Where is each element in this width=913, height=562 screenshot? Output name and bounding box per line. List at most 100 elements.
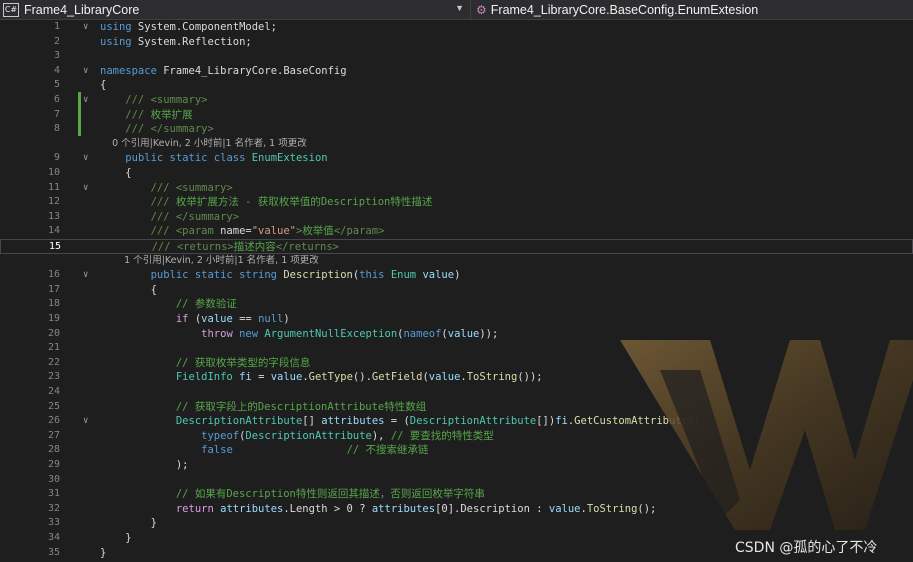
code-token: this — [359, 269, 385, 282]
code-token: Enum — [390, 269, 417, 282]
chevron-down-icon[interactable]: ▼ — [455, 3, 464, 13]
code-line: 16 ∨ public static string Description(thi… — [0, 268, 913, 283]
line-number: 34 — [47, 532, 60, 543]
fold-toggle-icon[interactable]: ∨ — [83, 414, 88, 429]
code-token: </returns> — [275, 241, 339, 253]
code-text: /// 枚举扩展 — [100, 108, 193, 123]
code-token: } — [100, 532, 132, 544]
code-token: // 获取字段上的DescriptionAttribute特性数组 — [100, 400, 427, 413]
line-number: 10 — [47, 167, 60, 178]
code-lens-text[interactable]: 0 个引用|Kevin, 2 小时前|1 名作者, 1 项更改 — [100, 137, 307, 152]
code-text: { — [100, 283, 157, 298]
code-text: } — [100, 546, 106, 561]
code-text: if (value == null) — [100, 312, 290, 327]
fold-toggle-icon[interactable]: ∨ — [83, 181, 88, 196]
code-token: (). — [352, 371, 372, 384]
line-number: 19 — [47, 313, 60, 324]
code-text: /// <summary> — [100, 181, 233, 196]
code-text: /// </summary> — [100, 210, 240, 225]
line-number: 15 — [48, 241, 61, 252]
line-number: 17 — [47, 283, 60, 295]
code-token: // 参数验证 — [100, 298, 237, 311]
code-token: "value" — [251, 225, 296, 238]
code-token: public static string — [150, 269, 278, 282]
code-line: 11 ∨ /// <summary> — [0, 181, 913, 196]
line-number: 5 — [53, 79, 60, 91]
code-token: .Length > 0 ? — [283, 502, 372, 515]
code-token: value — [428, 371, 461, 384]
code-token: value — [447, 327, 480, 340]
code-token: DescriptionAttribute — [175, 415, 303, 428]
code-token: = — [251, 371, 271, 384]
code-token: fi — [555, 415, 568, 428]
project-dropdown[interactable]: C# Frame4_LibraryCore ▼ — [0, 0, 471, 19]
code-line: 4 ∨ namespace Frame4_LibraryCore.BaseConfi… — [0, 64, 913, 79]
line-number: 20 — [47, 327, 60, 339]
code-token: /// <summary> — [100, 94, 208, 106]
code-token: 描述内容 — [233, 241, 276, 253]
code-token: /// </summary> — [100, 210, 240, 223]
code-text: typeof(DescriptionAttribute), // 要查找的特性类… — [100, 429, 494, 444]
code-token: [] — [302, 415, 322, 428]
code-text: /// <returns>描述内容</returns> — [101, 240, 339, 255]
line-number: 2 — [53, 35, 60, 47]
line-number: 11 — [47, 181, 60, 193]
member-dropdown[interactable]: ⚙ Frame4_LibraryCore.BaseConfig.EnumExte… — [472, 0, 913, 19]
code-token: return — [175, 502, 214, 515]
fold-toggle-icon[interactable]: ∨ — [83, 93, 88, 108]
line-number: 32 — [47, 502, 60, 514]
fold-toggle-icon[interactable]: ∨ — [83, 20, 88, 35]
code-line: 2 using System.Reflection; — [0, 35, 913, 50]
code-line: 3 — [0, 49, 913, 64]
code-token: attributes — [371, 502, 436, 515]
code-token: []) — [536, 415, 556, 428]
line-number: 22 — [47, 356, 60, 368]
code-token: /// <param — [100, 225, 221, 238]
code-line: 8 /// </summary> — [0, 122, 913, 137]
code-token: 枚举扩展 — [150, 108, 193, 121]
line-number: 29 — [47, 459, 60, 470]
code-token: false — [201, 444, 233, 457]
code-token: new — [239, 327, 259, 340]
line-number: 14 — [47, 225, 60, 237]
line-number: 8 — [53, 123, 60, 135]
code-token: fi — [239, 371, 252, 384]
line-number: 21 — [47, 342, 60, 354]
code-token: ArgumentNullException — [264, 327, 398, 340]
code-text: ); — [100, 458, 189, 473]
code-token: /// — [100, 108, 151, 121]
code-token: null — [258, 313, 284, 325]
code-line: 14 /// <param name="value">枚举值</param> — [0, 224, 913, 239]
code-token: // 获取枚举类型的字段信息 — [100, 356, 311, 369]
code-token: /// <returns> — [101, 241, 234, 253]
code-text: public static string Description(this En… — [100, 268, 461, 283]
code-token: Frame4_LibraryCore.BaseConfig — [156, 64, 347, 77]
code-token: = ( — [384, 415, 410, 428]
code-token: 枚举扩展方法 - 获取枚举值的Description特性描述 — [175, 196, 433, 209]
code-text: /// <summary> — [100, 93, 207, 108]
line-number: 7 — [53, 108, 60, 120]
code-token: 枚举值 — [302, 225, 334, 238]
code-token: FieldInfo — [175, 371, 233, 384]
code-token: using — [100, 35, 132, 48]
code-text: /// <param name="value">枚举值</param> — [100, 224, 385, 239]
code-token: value — [270, 371, 303, 384]
fold-toggle-icon[interactable]: ∨ — [83, 64, 88, 79]
code-line: 9 ∨ public static class EnumExtesion — [0, 151, 913, 166]
code-token: ), — [371, 429, 391, 442]
code-token: public static class — [125, 152, 246, 165]
code-token: value — [548, 502, 581, 515]
code-token: { — [100, 167, 132, 179]
fold-toggle-icon[interactable]: ∨ — [83, 151, 88, 166]
code-token: ); — [100, 459, 189, 471]
code-token: System.Reflection; — [131, 35, 252, 48]
fold-toggle-icon[interactable]: ∨ — [83, 268, 88, 283]
code-lens-text[interactable]: 1 个引用|Kevin, 2 小时前|1 名作者, 1 项更改 — [100, 254, 319, 269]
code-text: throw new ArgumentNullException(nameof(v… — [100, 327, 498, 342]
